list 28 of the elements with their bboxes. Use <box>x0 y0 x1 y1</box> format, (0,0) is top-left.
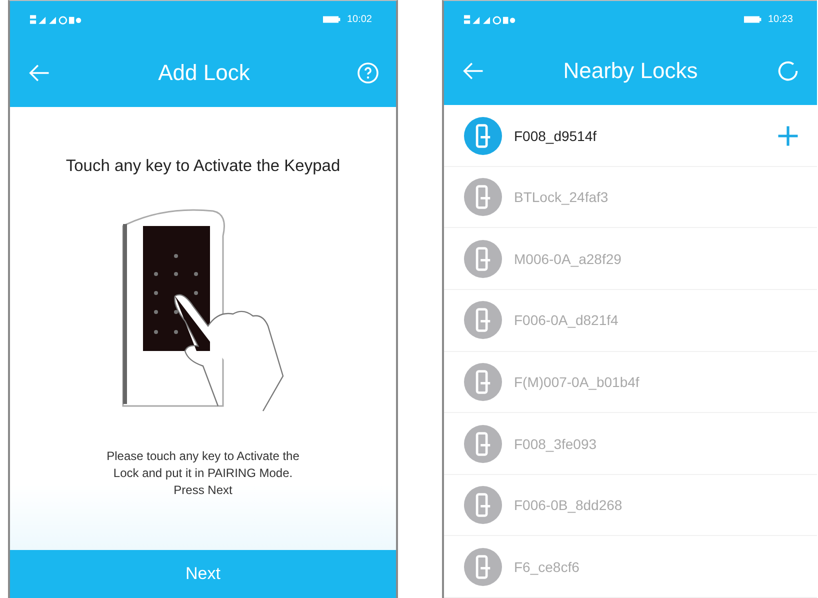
signal-icon <box>30 14 82 25</box>
lock-name: F(M)007-0A_b01b4f <box>514 374 640 390</box>
lock-list-item[interactable]: F006-0B_8dd268 <box>444 474 817 536</box>
signal-icon <box>464 14 516 25</box>
lock-list-item[interactable]: F008_3fe093 <box>444 413 817 475</box>
lock-list-item[interactable]: F008_d9514f <box>444 105 817 167</box>
battery-icon <box>322 15 341 24</box>
lock-name: F008_3fe093 <box>514 436 598 452</box>
lock-name: F6_ce8cf6 <box>514 558 580 575</box>
screen-title: Nearby Locks <box>563 58 698 84</box>
heading: Touch any key to Activate the Keypad <box>66 157 340 176</box>
lock-list-item[interactable]: F006-0A_d821f4 <box>444 290 817 352</box>
screen-title: Add Lock <box>158 60 250 86</box>
lock-name: M006-0A_a28f29 <box>514 250 622 267</box>
lock-list-item[interactable]: M006-0A_a28f29 <box>444 228 817 290</box>
lock-name: F006-0A_d821f4 <box>514 312 620 328</box>
instructions-text: Please touch any key to Activate the Lock and put it in PAIRING Mode. Press Next <box>106 448 300 498</box>
lock-name: F008_d9514f <box>514 128 598 144</box>
lock-list-item[interactable]: BTLock_24faf3 <box>444 166 817 228</box>
battery-icon <box>744 14 762 24</box>
status-time: 10:02 <box>346 14 372 25</box>
help-button[interactable] <box>356 60 380 84</box>
lock-name: F006-0B_8dd268 <box>514 497 624 514</box>
next-button[interactable]: Next <box>10 550 396 598</box>
lock-list-item[interactable]: F(M)007-0A_b01b4f <box>444 352 817 414</box>
lock-name: BTLock_24faf3 <box>514 189 610 206</box>
lock-list-item[interactable]: F6_ce8cf6 <box>444 536 817 598</box>
status-time: 10:23 <box>768 14 793 25</box>
